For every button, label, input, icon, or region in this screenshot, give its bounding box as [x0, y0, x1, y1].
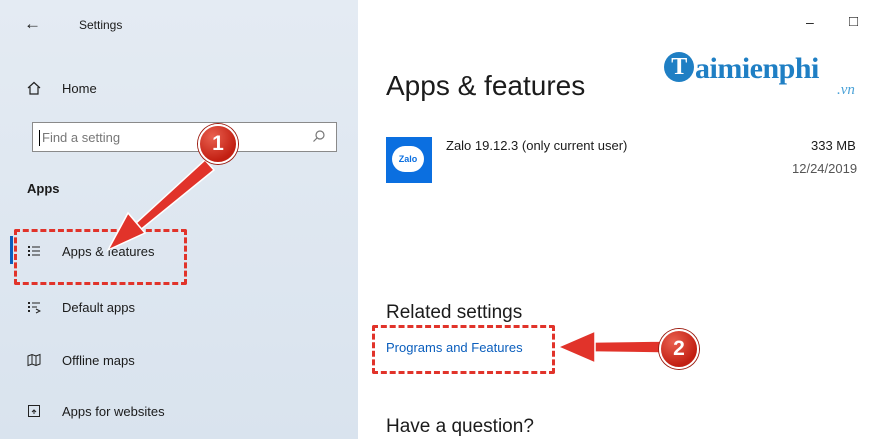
annotation-badge-2: 2	[659, 329, 699, 369]
annotation-arrows	[106, 158, 661, 365]
arrow-2	[556, 329, 661, 365]
arrow-1	[106, 158, 216, 252]
annotation-badge-1: 1	[198, 124, 238, 164]
